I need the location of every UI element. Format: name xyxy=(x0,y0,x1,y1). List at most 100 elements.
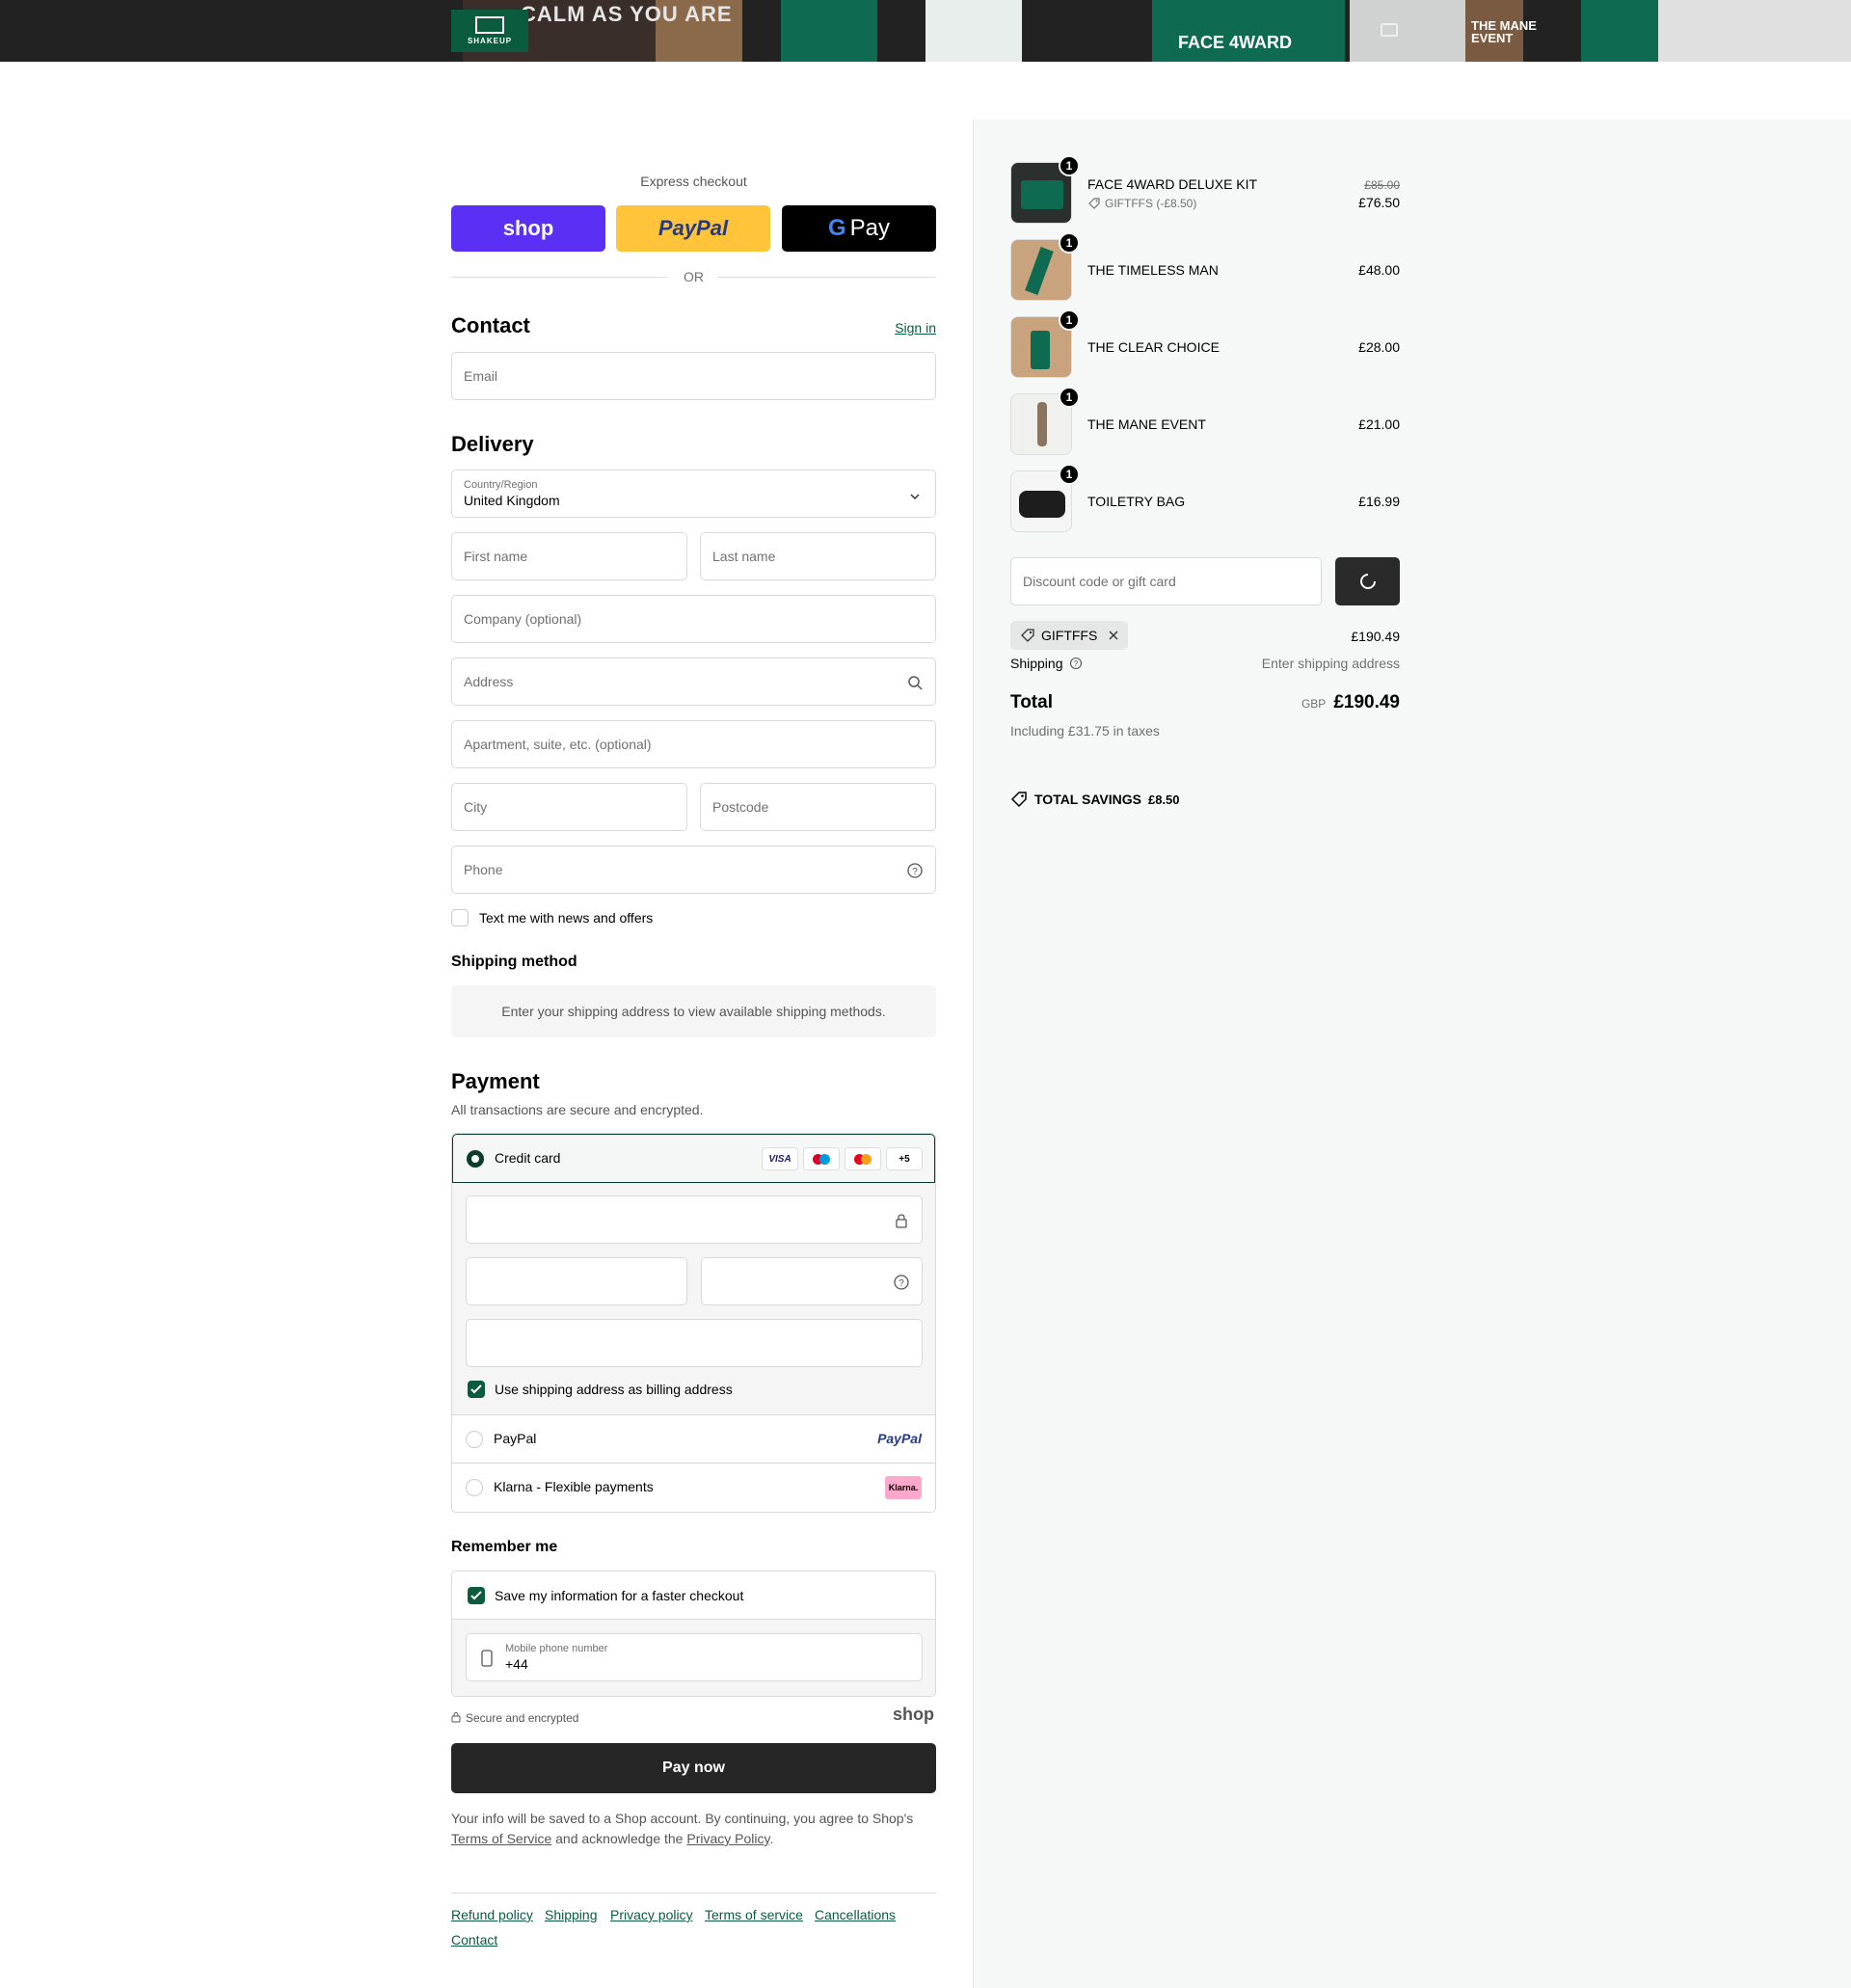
billing-same-checkbox[interactable] xyxy=(468,1381,485,1398)
tag-icon xyxy=(1010,792,1027,808)
banner-image-segment xyxy=(1581,0,1658,62)
google-pay-button[interactable]: G Pay xyxy=(782,205,936,252)
product-price: £16.99 xyxy=(1358,494,1400,509)
currency-code: GBP xyxy=(1301,697,1327,711)
first-name-field[interactable]: First name xyxy=(451,532,687,580)
shop-pay-button[interactable]: shop xyxy=(451,205,605,252)
original-price: £85.00 xyxy=(1364,178,1400,192)
svg-text:?: ? xyxy=(899,1278,904,1289)
pay-now-button[interactable]: Pay now xyxy=(451,1743,936,1793)
credit-card-label: Credit card xyxy=(495,1150,561,1166)
svg-text:?: ? xyxy=(912,867,918,877)
loading-spinner-icon xyxy=(1359,574,1376,589)
mobile-phone-icon xyxy=(481,1650,493,1667)
klarna-logo: Klarna. xyxy=(885,1476,922,1499)
shop-pay-label: shop xyxy=(502,216,554,240)
last-name-field[interactable]: Last name xyxy=(700,532,936,580)
apartment-field[interactable]: Apartment, suite, etc. (optional) xyxy=(451,720,936,768)
name-on-card-field[interactable] xyxy=(466,1319,923,1367)
credit-card-option[interactable]: Credit card VISA +5 xyxy=(452,1134,935,1183)
close-icon[interactable] xyxy=(1107,629,1120,642)
or-label: OR xyxy=(684,269,704,284)
klarna-option[interactable]: Klarna - Flexible payments Klarna. xyxy=(452,1464,935,1512)
paypal-option[interactable]: PayPal PayPal xyxy=(452,1415,935,1464)
express-checkout-label: Express checkout xyxy=(640,174,747,189)
country-label: Country/Region xyxy=(464,479,538,491)
contact-link[interactable]: Contact xyxy=(451,1932,497,1948)
help-circle-icon[interactable]: ? xyxy=(906,862,924,879)
brand-logo[interactable]: SHAKEUP xyxy=(451,10,528,52)
product-name: THE CLEAR CHOICE xyxy=(1087,339,1220,355)
phone-field[interactable]: Phone ? xyxy=(451,846,936,894)
address-placeholder: Address xyxy=(464,674,514,689)
terms-of-service-link[interactable]: Terms of Service xyxy=(451,1831,551,1846)
banner-product-text: CALM AS YOU ARE xyxy=(521,2,733,26)
banner-product-text: FACE 4WARD xyxy=(1178,33,1293,52)
quantity-badge: 1 xyxy=(1059,387,1080,408)
email-field[interactable]: Email xyxy=(451,352,936,400)
help-circle-icon[interactable]: ? xyxy=(1069,657,1083,670)
line-item: 1 TOILETRY BAG £16.99 xyxy=(1010,464,1400,532)
pay-now-label: Pay now xyxy=(662,1760,725,1776)
company-placeholder: Company (optional) xyxy=(464,611,582,627)
total-savings: TOTAL SAVINGS £8.50 xyxy=(1010,791,1180,808)
total-value: £190.49 xyxy=(1333,692,1400,712)
shipping-method-notice: Enter your shipping address to view avai… xyxy=(451,985,936,1037)
quantity-badge: 1 xyxy=(1059,464,1080,485)
last-name-placeholder: Last name xyxy=(712,549,776,564)
product-name: THE TIMELESS MAN xyxy=(1087,262,1219,278)
credit-card-radio[interactable] xyxy=(467,1150,484,1168)
country-select[interactable]: Country/Region United Kingdom xyxy=(451,470,936,518)
footer-divider xyxy=(451,1893,936,1894)
shop-logo: shop xyxy=(893,1705,934,1724)
privacy-policy-link[interactable]: Privacy Policy xyxy=(686,1831,769,1846)
discount-code-placeholder: Discount code or gift card xyxy=(1023,574,1176,589)
paypal-express-label: PayPal xyxy=(657,216,729,240)
svg-text:?: ? xyxy=(1073,659,1078,668)
save-info-checkbox[interactable] xyxy=(468,1587,485,1604)
refund-policy-link[interactable]: Refund policy xyxy=(451,1907,533,1922)
checkmark-icon xyxy=(470,1384,482,1394)
paypal-logo: PayPal xyxy=(877,1431,922,1446)
remember-me-heading: Remember me xyxy=(451,1539,558,1555)
discount-code-field[interactable]: Discount code or gift card xyxy=(1010,557,1322,605)
save-info-row[interactable]: Save my information for a faster checkou… xyxy=(452,1572,935,1620)
line-item: 1 THE MANE EVENT £21.00 xyxy=(1010,387,1400,455)
taxes-note: Including £31.75 in taxes xyxy=(1010,723,1160,739)
address-field[interactable]: Address xyxy=(451,658,936,706)
klarna-radio[interactable] xyxy=(466,1479,483,1496)
google-g-icon: G xyxy=(827,215,846,241)
paypal-radio[interactable] xyxy=(466,1431,483,1448)
security-code-field[interactable]: ? xyxy=(701,1257,923,1305)
lock-icon xyxy=(896,1214,907,1228)
mobile-phone-label: Mobile phone number xyxy=(505,1643,608,1654)
mobile-phone-field[interactable]: Mobile phone number +44 xyxy=(466,1633,923,1681)
sign-in-link[interactable]: Sign in xyxy=(895,320,936,336)
header-banner: CALM AS YOU ARE FACE 4WARD THE MANE EVEN… xyxy=(0,0,1851,62)
shipping-policy-link[interactable]: Shipping xyxy=(545,1907,598,1922)
checkmark-icon xyxy=(470,1591,482,1600)
card-number-field[interactable] xyxy=(466,1195,923,1244)
company-field[interactable]: Company (optional) xyxy=(451,595,936,643)
cancellations-link[interactable]: Cancellations xyxy=(815,1907,896,1922)
terms-of-service-footer-link[interactable]: Terms of service xyxy=(705,1907,803,1922)
apply-discount-button[interactable] xyxy=(1335,557,1400,605)
postcode-field[interactable]: Postcode xyxy=(700,783,936,831)
logo-mark-icon xyxy=(475,16,504,34)
mobile-phone-value: +44 xyxy=(505,1656,528,1672)
cart-icon[interactable] xyxy=(1381,23,1398,37)
first-name-placeholder: First name xyxy=(464,549,528,564)
help-circle-icon[interactable]: ? xyxy=(893,1274,910,1291)
applied-discount-tag: GIFTFFS xyxy=(1010,621,1128,650)
quantity-badge: 1 xyxy=(1059,309,1080,331)
total-label: Total xyxy=(1010,692,1053,712)
privacy-policy-footer-link[interactable]: Privacy policy xyxy=(610,1907,693,1922)
klarna-label: Klarna - Flexible payments xyxy=(494,1479,654,1494)
applied-code-label: GIFTFFS xyxy=(1041,628,1098,643)
paypal-express-button[interactable]: PayPal xyxy=(616,205,770,252)
payment-methods: Credit card VISA +5 ? Use shipping addre… xyxy=(451,1133,936,1513)
line-item: 1 FACE 4WARD DELUXE KIT GIFTFFS (-£8.50)… xyxy=(1010,155,1400,224)
city-field[interactable]: City xyxy=(451,783,687,831)
expiry-field[interactable] xyxy=(466,1257,687,1305)
text-offers-checkbox[interactable] xyxy=(451,909,469,927)
